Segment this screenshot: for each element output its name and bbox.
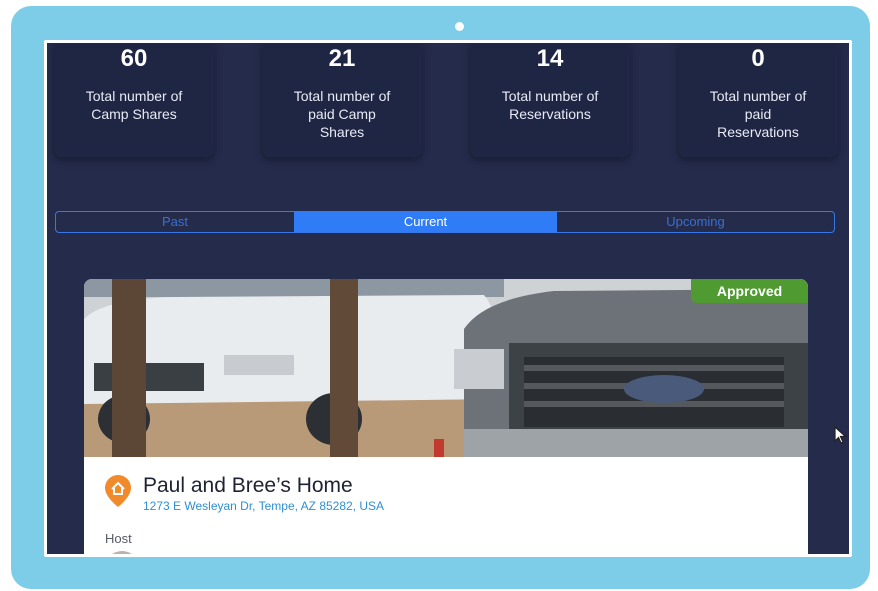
listing-title[interactable]: Paul and Bree’s Home [143, 474, 353, 498]
stat-value: 0 [751, 45, 765, 72]
tab-current[interactable]: Current [294, 212, 557, 232]
stat-card-paid-camp-shares: 21 Total number of paid Camp Shares [262, 43, 422, 157]
stat-label: Total number of Reservations [501, 88, 599, 122]
camera-dot [455, 22, 464, 31]
host-label: Host [105, 531, 132, 546]
tablet-screen: 60 Total number of Camp Shares 21 Total … [44, 40, 852, 557]
stat-label: Total number of paid Camp Shares [293, 88, 391, 140]
stat-value: 21 [328, 45, 356, 72]
stat-card-paid-reservations: 0 Total number of paid Reservations [678, 43, 838, 157]
listing-photo: Approved [84, 279, 808, 457]
app-view: 60 Total number of Camp Shares 21 Total … [47, 43, 849, 554]
status-badge: Approved [691, 279, 808, 303]
stat-value: 14 [536, 45, 564, 72]
tab-upcoming[interactable]: Upcoming [557, 212, 834, 232]
listing-address[interactable]: 1273 E Wesleyan Dr, Tempe, AZ 85282, USA [143, 499, 384, 513]
tab-past[interactable]: Past [56, 212, 294, 232]
map-pin-icon [105, 475, 131, 507]
stat-label: Total number of paid Reservations [709, 88, 807, 140]
stat-label: Total number of Camp Shares [85, 88, 183, 122]
mouse-pointer-icon [834, 426, 848, 444]
host-avatar[interactable] [105, 551, 139, 554]
reservation-tabs: Past Current Upcoming [55, 211, 835, 233]
stat-value: 60 [120, 45, 148, 72]
reservation-card[interactable]: Approved Paul and Bree’s Home 1273 E Wes… [84, 279, 808, 554]
stat-card-reservations: 14 Total number of Reservations [470, 43, 630, 157]
stat-card-camp-shares: 60 Total number of Camp Shares [54, 43, 214, 157]
